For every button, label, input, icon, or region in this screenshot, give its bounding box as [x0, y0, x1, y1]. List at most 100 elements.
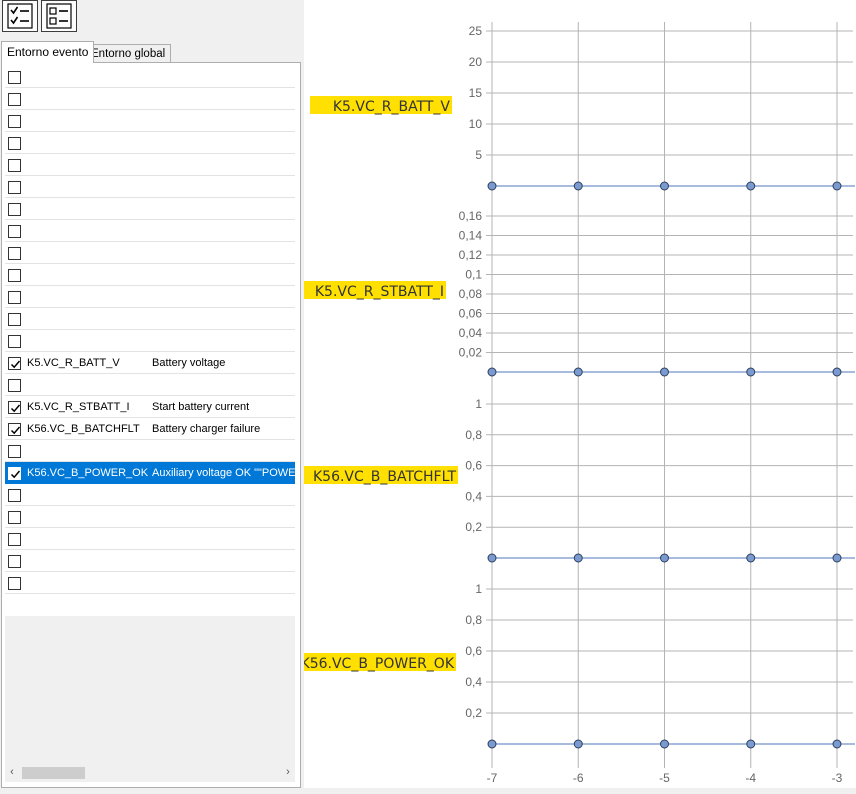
- data-point: [832, 739, 842, 749]
- signal-checkbox[interactable]: [8, 489, 21, 502]
- signal-checkbox[interactable]: [8, 137, 21, 150]
- signal-checkbox[interactable]: [8, 401, 21, 414]
- y-tick-label: 0,16: [459, 209, 483, 223]
- y-tick-label: 15: [469, 86, 483, 100]
- signal-row[interactable]: [5, 154, 295, 176]
- signal-row[interactable]: [5, 374, 295, 396]
- data-point: [573, 181, 583, 191]
- signal-checkbox[interactable]: [8, 577, 21, 590]
- signal-row[interactable]: K5.VC_R_STBATT_I Start battery current: [5, 396, 295, 418]
- signal-checkbox[interactable]: [8, 445, 21, 458]
- signal-row[interactable]: [5, 572, 295, 594]
- data-point: [660, 739, 669, 749]
- signal-description: Battery voltage: [152, 357, 226, 369]
- signal-row[interactable]: [5, 110, 295, 132]
- signal-row[interactable]: [5, 176, 295, 198]
- signal-checkbox[interactable]: [8, 93, 21, 106]
- signal-row[interactable]: [5, 440, 295, 462]
- signal-checkbox[interactable]: [8, 115, 21, 128]
- signal-checkbox[interactable]: [8, 555, 21, 568]
- signal-row[interactable]: K5.VC_R_BATT_V Battery voltage: [5, 352, 295, 374]
- y-tick-label: 0,6: [465, 459, 482, 473]
- signal-description: Start battery current: [152, 401, 250, 413]
- signal-row[interactable]: [5, 132, 295, 154]
- signal-row[interactable]: [5, 330, 295, 352]
- checkmark-icon: [10, 404, 21, 413]
- series-label: K56.VC_B_POWER_OK: [304, 656, 455, 672]
- x-tick-label: -7: [487, 771, 498, 785]
- signal-checkbox[interactable]: [8, 203, 21, 216]
- scroll-thumb[interactable]: [22, 767, 85, 779]
- signal-row[interactable]: K56.VC_B_POWER_OK Auxiliary voltage OK ""…: [5, 462, 295, 484]
- signal-checkbox[interactable]: [8, 533, 21, 546]
- signal-checkbox[interactable]: [8, 291, 21, 304]
- y-tick-label: 0,14: [459, 229, 483, 243]
- bottom-strip: [0, 788, 856, 794]
- data-point: [832, 181, 842, 191]
- signal-checkbox[interactable]: [8, 357, 21, 370]
- data-point: [832, 367, 842, 377]
- signal-checkbox[interactable]: [8, 379, 21, 392]
- select-all-button[interactable]: [2, 0, 38, 32]
- signal-checkbox[interactable]: [8, 247, 21, 260]
- deselect-all-button[interactable]: [41, 0, 77, 32]
- y-tick-label: 25: [469, 24, 483, 38]
- signal-checkbox[interactable]: [8, 269, 21, 282]
- data-point: [573, 739, 583, 749]
- horizontal-scrollbar[interactable]: ‹ ›: [5, 764, 295, 782]
- signal-row[interactable]: [5, 528, 295, 550]
- signal-description: Battery charger failure: [152, 423, 261, 435]
- signal-row[interactable]: [5, 220, 295, 242]
- signal-checkbox[interactable]: [8, 423, 21, 436]
- signal-name: K5.VC_R_BATT_V: [27, 357, 120, 369]
- signal-row[interactable]: [5, 198, 295, 220]
- signal-checkbox[interactable]: [8, 159, 21, 172]
- signal-checkbox[interactable]: [8, 313, 21, 326]
- x-tick-label: -4: [745, 771, 756, 785]
- y-tick-label: 0,04: [459, 326, 483, 340]
- data-point: [832, 553, 842, 563]
- y-tick-label: 0,4: [465, 675, 482, 689]
- signal-checkbox[interactable]: [8, 225, 21, 238]
- chart-area: 5 10 15 20 25 K5.VC_R_BATT_V 0,02 0,04 0,06 0,08 0…: [304, 0, 856, 794]
- scroll-left-icon[interactable]: ‹: [5, 766, 19, 778]
- signal-description: Auxiliary voltage OK ""POWER: [152, 467, 295, 479]
- data-point: [487, 739, 497, 749]
- y-tick-label: 0,1: [465, 268, 482, 282]
- scroll-right-icon[interactable]: ›: [281, 766, 295, 778]
- signal-row[interactable]: [5, 506, 295, 528]
- y-tick-label: 0,8: [465, 428, 482, 442]
- signal-row[interactable]: [5, 286, 295, 308]
- tab-entorno-evento[interactable]: Entorno evento: [1, 41, 95, 63]
- signal-checkbox[interactable]: [8, 71, 21, 84]
- signal-row[interactable]: [5, 484, 295, 506]
- tab-entorno-global[interactable]: Entorno global: [85, 44, 172, 63]
- x-tick-label: -3: [832, 771, 843, 785]
- x-tick-label: -5: [659, 771, 670, 785]
- signal-checkbox[interactable]: [8, 181, 21, 194]
- signal-row[interactable]: [5, 66, 295, 88]
- signal-row[interactable]: [5, 550, 295, 572]
- y-tick-label: 1: [475, 582, 482, 596]
- list-empty-area: [5, 616, 295, 764]
- charts-svg: 5 10 15 20 25 K5.VC_R_BATT_V 0,02 0,04 0,06 0,08 0…: [304, 22, 855, 785]
- signal-row[interactable]: K56.VC_B_BATCHFLT Battery charger failure: [5, 418, 295, 440]
- data-point: [573, 553, 583, 563]
- data-point: [487, 181, 497, 191]
- data-point: [746, 367, 756, 377]
- y-tick-label: 0,06: [459, 307, 483, 321]
- signal-checkbox[interactable]: [8, 335, 21, 348]
- signal-row[interactable]: [5, 88, 295, 110]
- signal-row[interactable]: [5, 308, 295, 330]
- signal-row[interactable]: [5, 264, 295, 286]
- y-tick-label: 0,12: [459, 248, 483, 262]
- signal-checkbox[interactable]: [8, 511, 21, 524]
- series-label: K5.VC_R_STBATT_I: [315, 284, 444, 300]
- y-tick-label: 10: [469, 117, 483, 131]
- signal-row[interactable]: [5, 242, 295, 264]
- signal-checkbox[interactable]: [8, 467, 21, 480]
- x-tick-label: -6: [573, 771, 584, 785]
- series-label: K56.VC_B_BATCHFLT: [313, 469, 456, 485]
- signal-name: K56.VC_B_POWER_OK: [27, 467, 149, 479]
- y-tick-label: 0,4: [465, 489, 482, 503]
